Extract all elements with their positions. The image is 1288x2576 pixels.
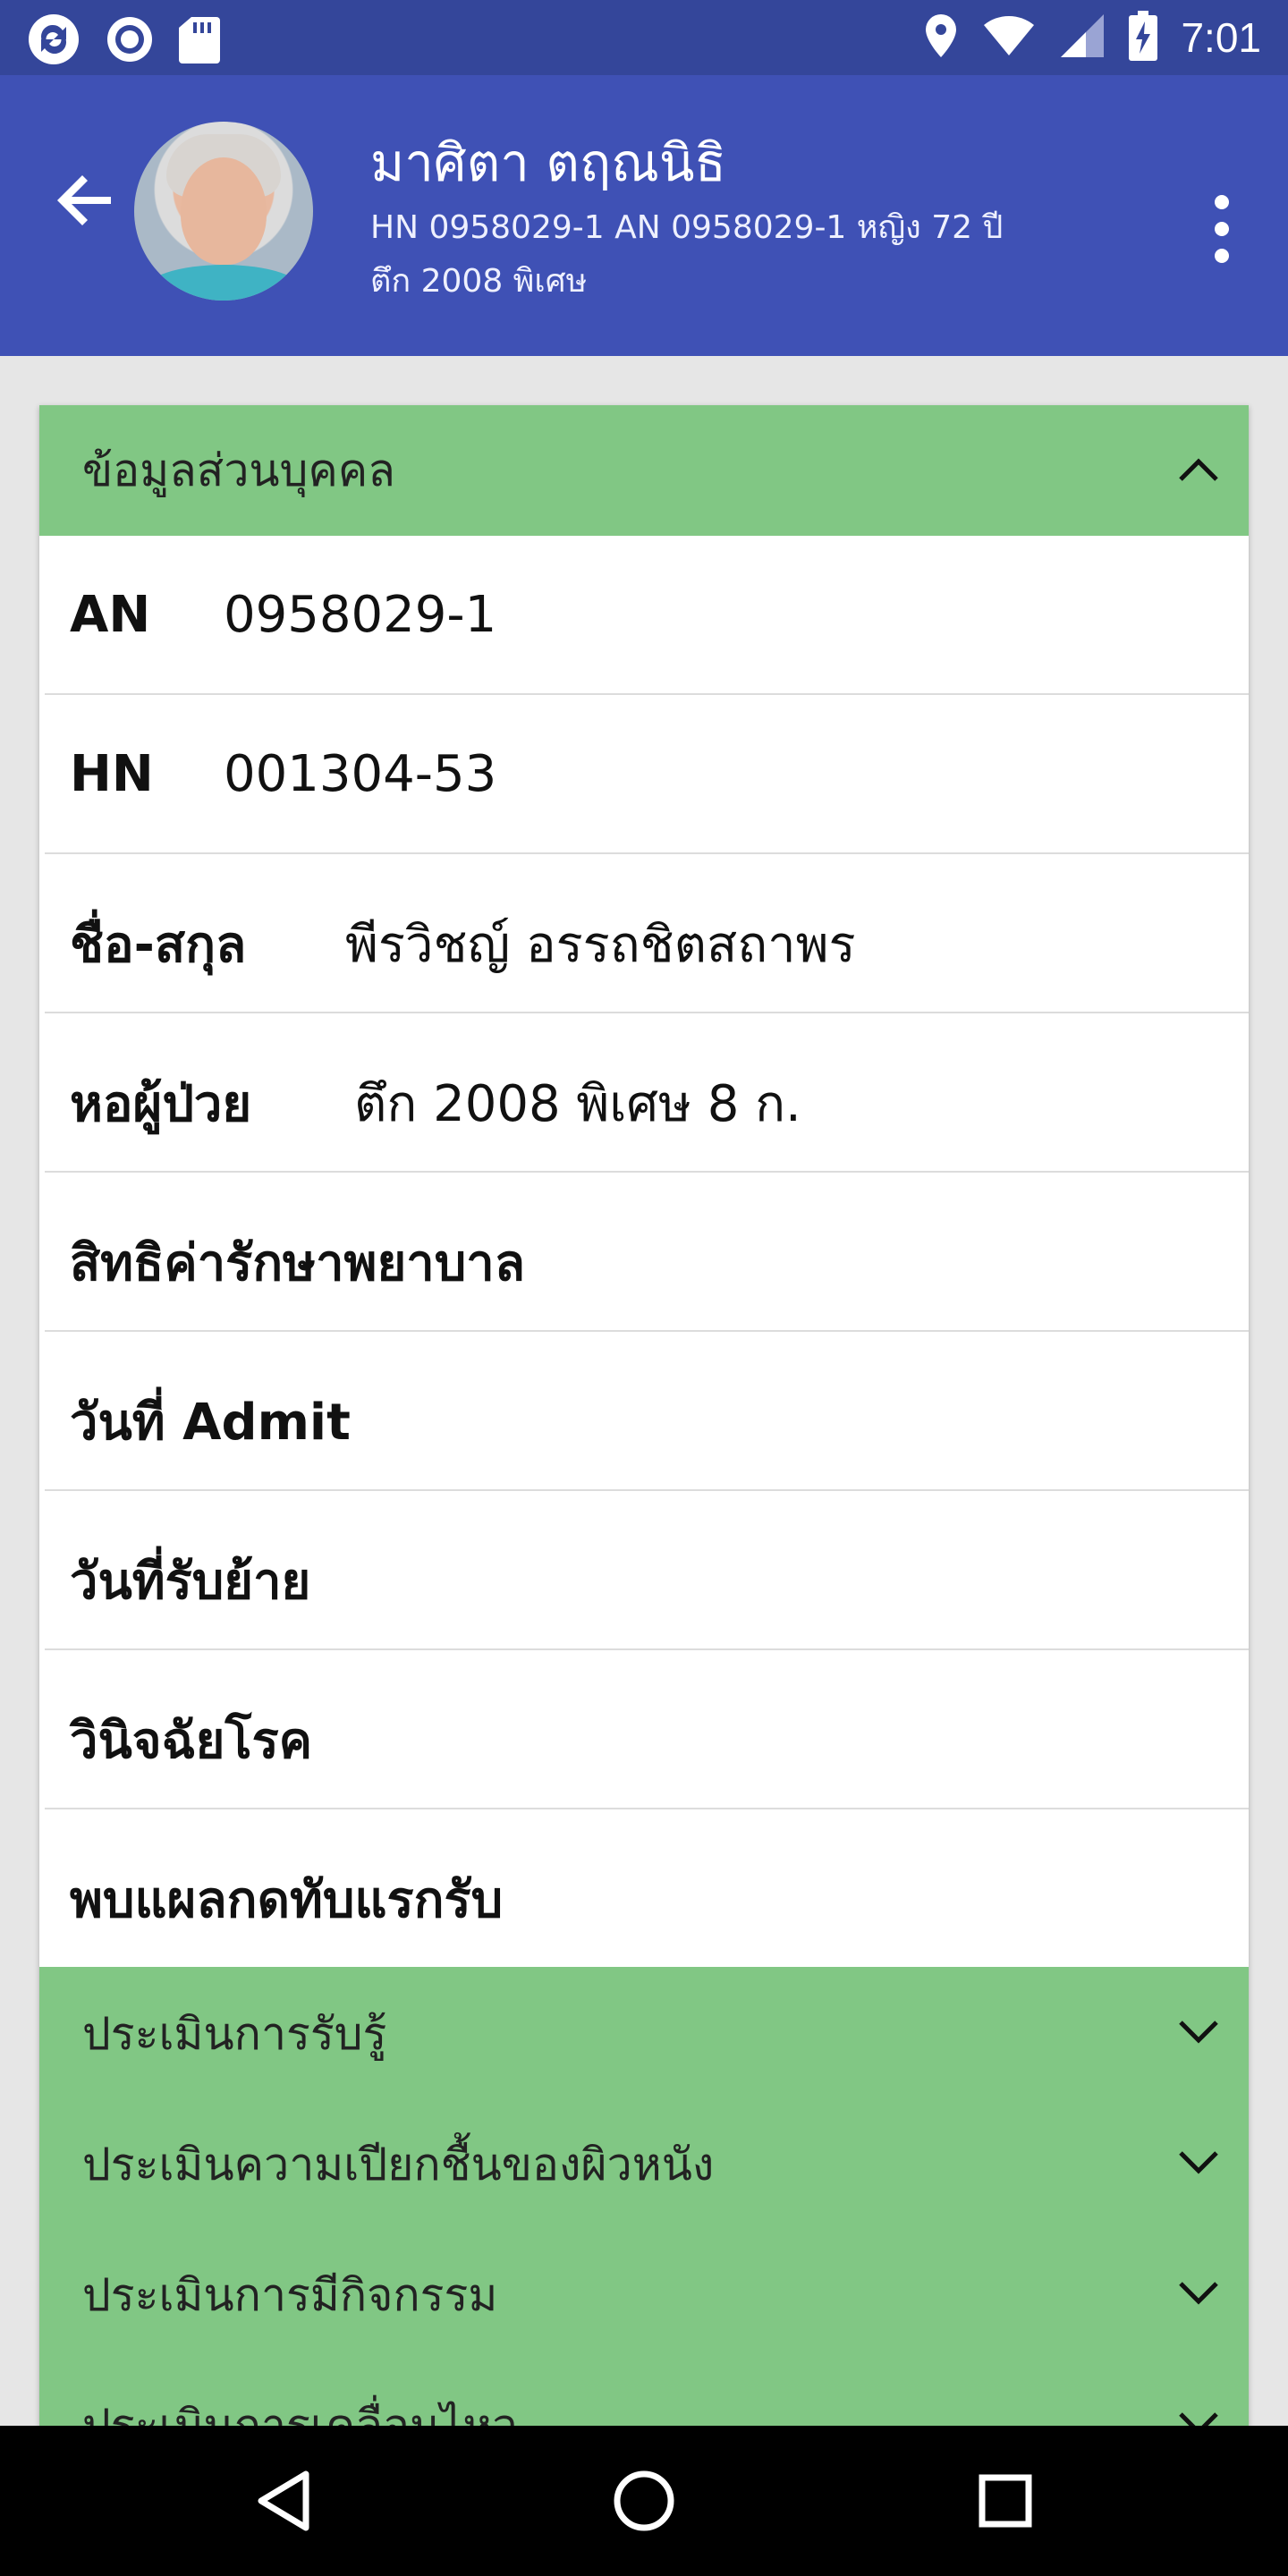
info-row-admit-date: วันที่ Admit (45, 1332, 1249, 1491)
info-row-transfer-date: วันที่รับย้าย (45, 1491, 1249, 1650)
back-triangle-icon (258, 2470, 309, 2531)
sd-card-icon (179, 15, 220, 67)
status-bar: 7:01 (0, 0, 1288, 75)
patient-info-line: HN 0958029-1 AN 0958029-1 หญิง 72 ปี (370, 209, 1004, 246)
location-icon (923, 13, 959, 63)
row-value: 0958029-1 (224, 586, 497, 644)
row-label: วันที่ Admit (70, 1394, 351, 1452)
info-row-diagnosis: วินิจฉัยโรค (45, 1650, 1249, 1809)
battery-charging-icon (1129, 11, 1158, 64)
row-value: พีรวิชญ์ อรรถชิตสถาพร (345, 916, 856, 974)
info-row-pressure-ulcer: พบแผลกดทับแรกรับ (45, 1809, 1249, 1967)
section-header-moisture[interactable]: ประเมินความเปียกชื้นของผิวหนัง (39, 2097, 1249, 2228)
status-bar-right-icons: 7:01 (923, 9, 1261, 66)
section-header-mobility[interactable]: ประเมินการเคลื่อนไหว (39, 2359, 1249, 2427)
patient-avatar (134, 122, 313, 301)
status-time: 7:01 (1181, 14, 1261, 61)
status-bar-left-icons (27, 13, 220, 70)
section-header-activity[interactable]: ประเมินการมีกิจกรรม (39, 2228, 1249, 2359)
row-label: วินิจฉัยโรค (70, 1712, 313, 1770)
chevron-down-icon (1179, 2021, 1218, 2044)
info-row-name: ชื่อ-สกุล พีรวิชญ์ อรรถชิตสถาพร (45, 854, 1249, 1013)
cell-signal-icon (1059, 13, 1106, 63)
nav-home-button[interactable] (599, 2456, 689, 2546)
recents-square-icon (979, 2474, 1032, 2528)
nav-back-button[interactable] (242, 2456, 331, 2546)
section-title: ประเมินการเคลื่อนไหว (82, 2400, 518, 2427)
overflow-menu-button[interactable] (1195, 184, 1249, 274)
row-label: สิทธิค่ารักษาพยาบาล (70, 1234, 526, 1292)
info-row-coverage: สิทธิค่ารักษาพยาบาล (45, 1173, 1249, 1332)
section-title: ข้อมูลส่วนบุคคล (82, 444, 395, 496)
row-label: AN (70, 586, 151, 644)
patient-name: มาศิตา ตฤณนิธิ (370, 132, 726, 193)
wifi-icon (982, 14, 1036, 61)
row-label: HN (70, 745, 154, 803)
row-label: วันที่รับย้าย (70, 1553, 311, 1611)
chevron-down-icon (1179, 2282, 1218, 2305)
row-label: ชื่อ-สกุล (70, 916, 247, 974)
section-header-personal-info[interactable]: ข้อมูลส่วนบุคคล (39, 405, 1249, 536)
patient-ward-line: ตึก 2008 พิเศษ (370, 263, 588, 300)
back-button[interactable] (48, 163, 123, 238)
chevron-down-icon (1179, 2151, 1218, 2174)
more-vert-icon (1215, 195, 1229, 263)
arrow-back-icon (57, 175, 111, 225)
info-row-ward: หอผู้ป่วย ตึก 2008 พิเศษ 8 ก. (45, 1013, 1249, 1173)
row-value: 001304-53 (224, 745, 497, 803)
row-value: ตึก 2008 พิเศษ 8 ก. (354, 1075, 801, 1133)
chevron-down-icon (1179, 2412, 1218, 2427)
info-row-an: AN 0958029-1 (45, 536, 1249, 695)
row-label: พบแผลกดทับแรกรับ (70, 1871, 504, 1929)
app-bar: มาศิตา ตฤณนิธิ HN 0958029-1 AN 0958029-1… (0, 75, 1288, 356)
section-title: ประเมินความเปียกชื้นของผิวหนัง (82, 2139, 715, 2190)
patient-detail-card: ข้อมูลส่วนบุคคล AN 0958029-1 HN 001304-5… (39, 405, 1249, 2427)
section-header-perception[interactable]: ประเมินการรับรู้ (39, 1967, 1249, 2097)
assessment-sections: ประเมินการรับรู้ ประเมินความเปียกชื้นของ… (39, 1967, 1249, 2427)
record-icon (106, 15, 154, 67)
chevron-up-icon (1179, 458, 1218, 481)
section-title: ประเมินการรับรู้ (82, 2008, 387, 2060)
section-title: ประเมินการมีกิจกรรม (82, 2269, 498, 2321)
row-label: หอผู้ป่วย (70, 1075, 252, 1133)
home-circle-icon (614, 2470, 674, 2531)
nav-recents-button[interactable] (961, 2456, 1050, 2546)
system-nav-bar (0, 2426, 1288, 2576)
info-row-hn: HN 001304-53 (45, 695, 1249, 854)
sync-icon (27, 13, 80, 70)
